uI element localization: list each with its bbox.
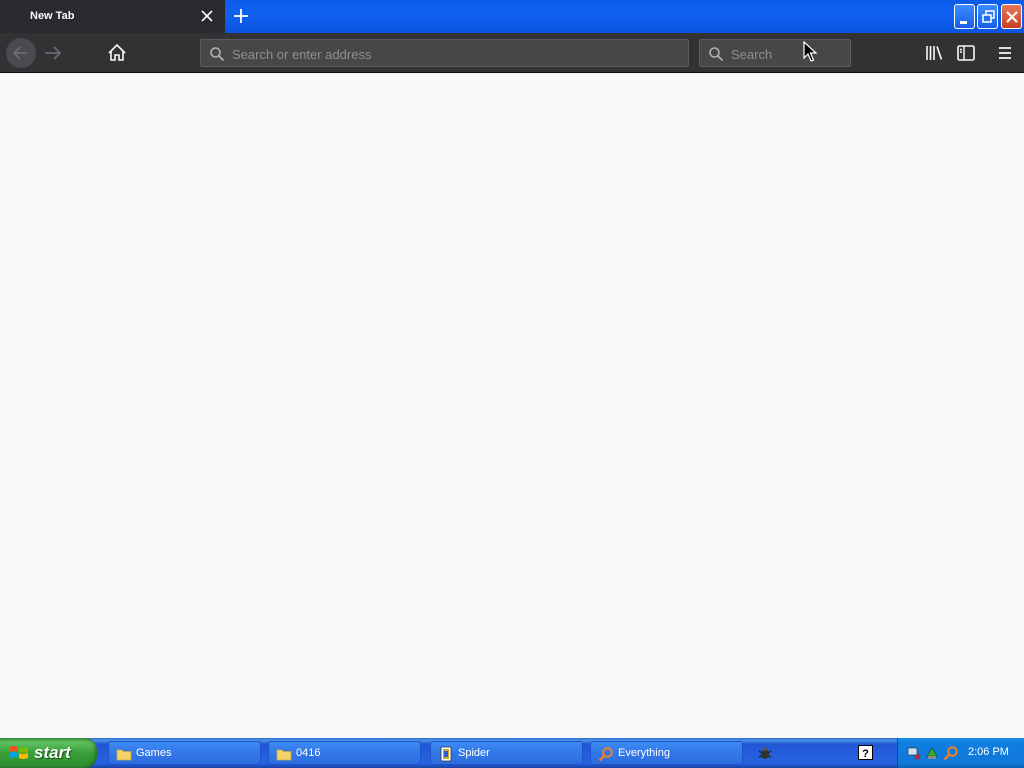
search-bar[interactable] [699,39,851,67]
search-input[interactable] [731,47,845,62]
hamburger-menu-icon[interactable] [993,41,1017,65]
home-icon[interactable] [105,41,129,65]
start-button[interactable]: start [0,738,97,768]
taskbar-item-everything[interactable]: Everything [590,741,743,765]
close-icon [1006,11,1018,23]
taskbar-item-games[interactable]: Games [108,741,261,765]
search-icon [210,47,225,62]
title-bar: New Tab [0,0,1024,33]
taskbar-item-label: 0416 [296,747,321,759]
windows-logo-icon [10,746,28,759]
minimize-button[interactable] [954,4,975,29]
back-arrow-icon [12,46,27,60]
folder-icon [276,749,292,761]
close-window-button[interactable] [1001,4,1022,29]
taskbar-item-label: Spider [458,747,490,759]
tab-title: New Tab [30,10,75,22]
network-icon[interactable] [906,745,922,761]
new-tab-plus-icon[interactable] [230,5,252,27]
page-content[interactable] [0,74,1024,738]
back-button[interactable] [6,38,36,68]
help-icon[interactable]: ? [858,745,873,760]
start-label: start [34,743,71,762]
sidebar-icon[interactable] [954,41,978,65]
close-tab-icon[interactable] [199,8,215,24]
restore-icon [982,10,995,23]
folder-icon [116,749,132,761]
magnifier-icon [598,747,613,762]
system-tray: 2:06 PM [897,738,1024,768]
taskbar-item-label: Games [136,747,172,759]
taskbar-item-label: Everything [618,747,670,759]
spider-solitaire-icon [440,746,452,762]
minimize-icon [960,21,967,24]
restore-button[interactable] [977,4,998,29]
address-bar[interactable] [200,39,689,67]
mouse-cursor-icon [803,41,818,62]
svg-text:?: ? [862,748,869,760]
tab-new-tab[interactable]: New Tab [0,0,225,33]
taskbar-item-spider[interactable]: Spider [430,741,583,765]
taskbar: start Games 0416 Spider Everything ? 2:0… [0,738,1024,768]
search-icon [709,47,724,62]
safely-remove-hardware-icon[interactable] [924,745,940,761]
navigation-toolbar [0,33,1024,73]
magnifier-icon[interactable] [943,745,959,761]
taskbar-item-0416[interactable]: 0416 [268,741,421,765]
address-input[interactable] [232,47,683,62]
clock[interactable]: 2:06 PM [968,746,1009,758]
library-icon[interactable] [922,41,946,65]
quick-launch-icon[interactable] [757,745,773,761]
forward-arrow-icon[interactable] [41,41,65,65]
